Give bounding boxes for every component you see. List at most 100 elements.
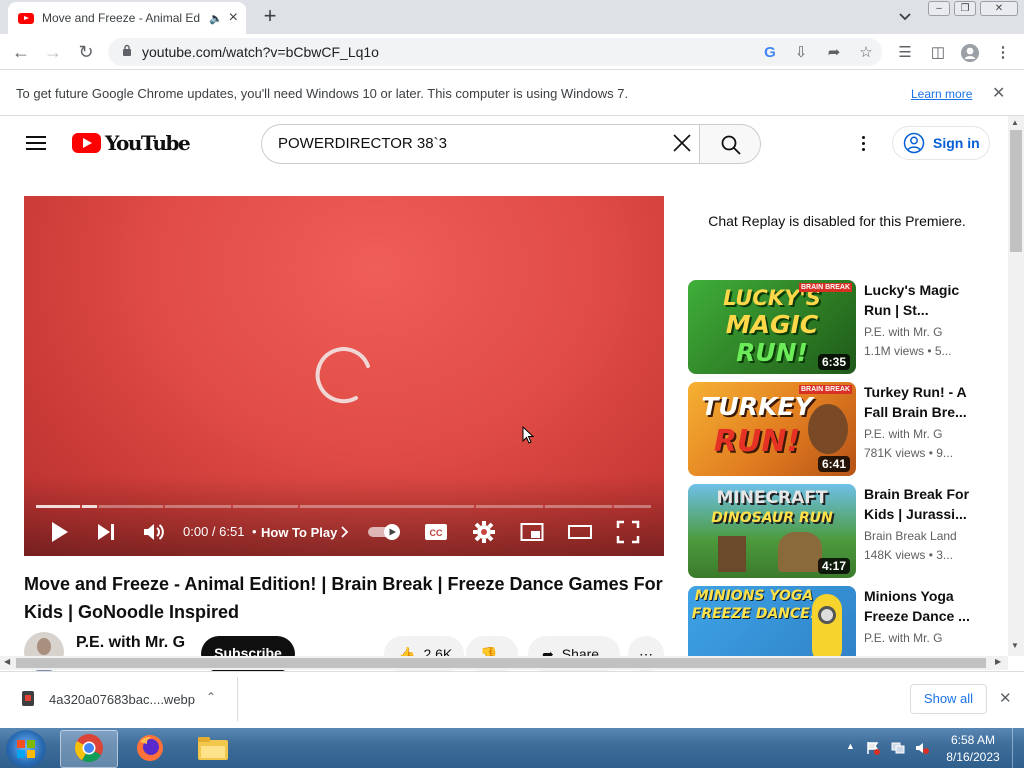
forward-arrow-icon[interactable]: → [42, 41, 64, 63]
download-shelf-close-icon[interactable]: ✕ [999, 689, 1012, 707]
windows-start-button[interactable] [6, 730, 46, 768]
infobar-close-icon[interactable]: ✕ [992, 83, 1005, 103]
brain-break-badge: BRAIN BREAK [799, 385, 852, 394]
lock-icon[interactable] [122, 44, 132, 56]
recommended-title[interactable]: Brain Break For Kids | Jurassi... [864, 484, 982, 524]
infobar-message: To get future Google Chrome updates, you… [16, 86, 629, 101]
more-options-icon[interactable] [862, 136, 866, 152]
close-window-button[interactable]: ✕ [980, 1, 1018, 16]
download-divider [237, 677, 238, 721]
chevron-up-icon[interactable]: ⌃ [206, 690, 216, 704]
firefox-icon[interactable] [135, 733, 165, 763]
install-app-icon[interactable]: ⇩ [792, 44, 810, 62]
recommended-channel[interactable]: Brain Break Land [864, 529, 957, 543]
chrome-menu-icon[interactable]: ⋮ [994, 44, 1012, 62]
back-arrow-icon[interactable]: ← [10, 41, 32, 63]
file-icon[interactable] [22, 691, 34, 706]
video-thumbnail[interactable]: MINIONS YOGA FREEZE DANCE! [688, 586, 856, 656]
theater-mode-icon[interactable] [568, 520, 592, 544]
recommended-channel[interactable]: P.E. with Mr. G [864, 325, 942, 339]
recommended-video[interactable]: MINIONS YOGA FREEZE DANCE! Minions Yoga … [688, 586, 988, 656]
video-thumbnail[interactable]: LUCKY'S MAGIC RUN! BRAIN BREAK 6:35 [688, 280, 856, 374]
network-icon[interactable] [891, 741, 905, 755]
minimize-window-button[interactable]: – [928, 1, 950, 16]
time-display: 0:00 / 6:51 [183, 524, 245, 539]
file-explorer-icon[interactable] [197, 734, 229, 762]
next-video-icon[interactable] [94, 520, 118, 544]
recommended-video[interactable]: MINECRAFT DINOSAUR RUN 4:17 Brain Break … [688, 484, 988, 578]
video-thumbnail[interactable]: TURKEY RUN! BRAIN BREAK 6:41 [688, 382, 856, 476]
minion-goggle [818, 606, 836, 624]
action-center-flag-icon[interactable] [866, 741, 880, 755]
settings-gear-icon[interactable] [472, 520, 496, 544]
thumbnail-text: MINECRAFT [716, 488, 828, 508]
youtube-logo-icon[interactable] [72, 133, 101, 153]
chapter-marker [298, 505, 300, 508]
captions-icon[interactable]: CC [424, 520, 448, 544]
tab-close-icon[interactable]: × [229, 9, 238, 27]
horizontal-scrollbar-thumb[interactable] [16, 658, 986, 668]
chapter-marker [543, 505, 545, 508]
show-desktop-button[interactable] [1012, 728, 1024, 768]
video-thumbnail[interactable]: MINECRAFT DINOSAUR RUN 4:17 [688, 484, 856, 578]
show-all-button[interactable]: Show all [910, 684, 987, 714]
search-query-text[interactable]: POWERDIRECTOR 38`3 [278, 135, 447, 152]
recommended-title[interactable]: Minions Yoga Freeze Dance ... [864, 586, 982, 626]
vertical-scrollbar-thumb[interactable] [1010, 130, 1022, 252]
channel-name[interactable]: P.E. with Mr. G [76, 634, 185, 652]
clock-date[interactable]: 8/16/2023 [943, 750, 1003, 764]
volume-icon[interactable] [141, 520, 165, 544]
new-tab-button[interactable]: + [258, 5, 282, 29]
recommended-channel[interactable]: P.E. with Mr. G [864, 631, 942, 645]
learn-more-link[interactable]: Learn more [911, 87, 972, 101]
autoplay-toggle[interactable] [368, 522, 402, 542]
speaker-icon[interactable]: 🔈 [209, 12, 223, 25]
download-file-name[interactable]: 4a320a07683bac....webp [49, 692, 195, 707]
recommended-video[interactable]: TURKEY RUN! BRAIN BREAK 6:41 Turkey Run!… [688, 382, 988, 476]
chevron-right-icon[interactable] [339, 526, 349, 538]
play-icon[interactable] [48, 520, 72, 544]
tray-expand-icon[interactable]: ▲ [846, 741, 855, 751]
scroll-down-arrow-icon[interactable]: ▼ [1011, 641, 1019, 650]
fullscreen-icon[interactable] [616, 520, 640, 544]
profile-avatar-icon[interactable] [960, 43, 980, 63]
tab-search-chevron-icon[interactable] [896, 9, 914, 25]
miniplayer-icon[interactable] [520, 520, 544, 544]
thumbnail-text: MAGIC [725, 310, 819, 339]
reload-icon[interactable]: ↻ [75, 41, 97, 63]
brain-break-badge: BRAIN BREAK [799, 283, 852, 292]
player-controls-gradient [24, 476, 664, 556]
media-control-icon[interactable]: ☰ [896, 44, 914, 62]
scroll-up-arrow-icon[interactable]: ▲ [1011, 118, 1019, 127]
clear-search-icon[interactable] [670, 131, 694, 155]
recommended-title[interactable]: Lucky's Magic Run | St... [864, 280, 982, 320]
chapter-title-button[interactable]: How To Play [261, 525, 337, 540]
chapter-marker [80, 505, 82, 508]
clock-time[interactable]: 6:58 AM [943, 733, 1003, 747]
search-button[interactable] [699, 124, 761, 164]
scroll-right-arrow-icon[interactable]: ▶ [995, 657, 1001, 666]
progress-bar[interactable] [36, 505, 651, 508]
google-translate-icon[interactable]: G [761, 44, 779, 62]
recommended-video[interactable]: LUCKY'S MAGIC RUN! BRAIN BREAK 6:35 Luck… [688, 280, 988, 374]
account-circle-icon [903, 132, 925, 154]
browser-tab[interactable]: Move and Freeze - Animal Ed 🔈 × [8, 2, 246, 34]
scroll-left-arrow-icon[interactable]: ◀ [4, 657, 10, 666]
share-icon[interactable]: ➦ [825, 44, 843, 62]
url-text[interactable]: youtube.com/watch?v=bCbwCF_Lq1o [142, 44, 379, 60]
recommended-channel[interactable]: P.E. with Mr. G [864, 427, 942, 441]
chrome-icon[interactable] [74, 733, 104, 763]
sign-in-button[interactable]: Sign in [892, 126, 990, 160]
youtube-logo-text[interactable]: YouTube [105, 131, 191, 155]
restore-window-button[interactable]: ❐ [954, 1, 976, 16]
guide-menu-icon[interactable] [26, 136, 46, 150]
chapter-marker [97, 505, 99, 508]
svg-text:CC: CC [430, 528, 443, 538]
minion-illustration [812, 594, 842, 656]
recommended-title[interactable]: Turkey Run! - A Fall Brain Bre... [864, 382, 982, 422]
turkey-illustration [808, 404, 848, 454]
side-panel-icon[interactable]: ◫ [929, 44, 947, 62]
bookmark-star-icon[interactable]: ☆ [857, 44, 875, 62]
volume-muted-icon[interactable] [915, 741, 929, 755]
youtube-favicon-icon [18, 12, 34, 24]
